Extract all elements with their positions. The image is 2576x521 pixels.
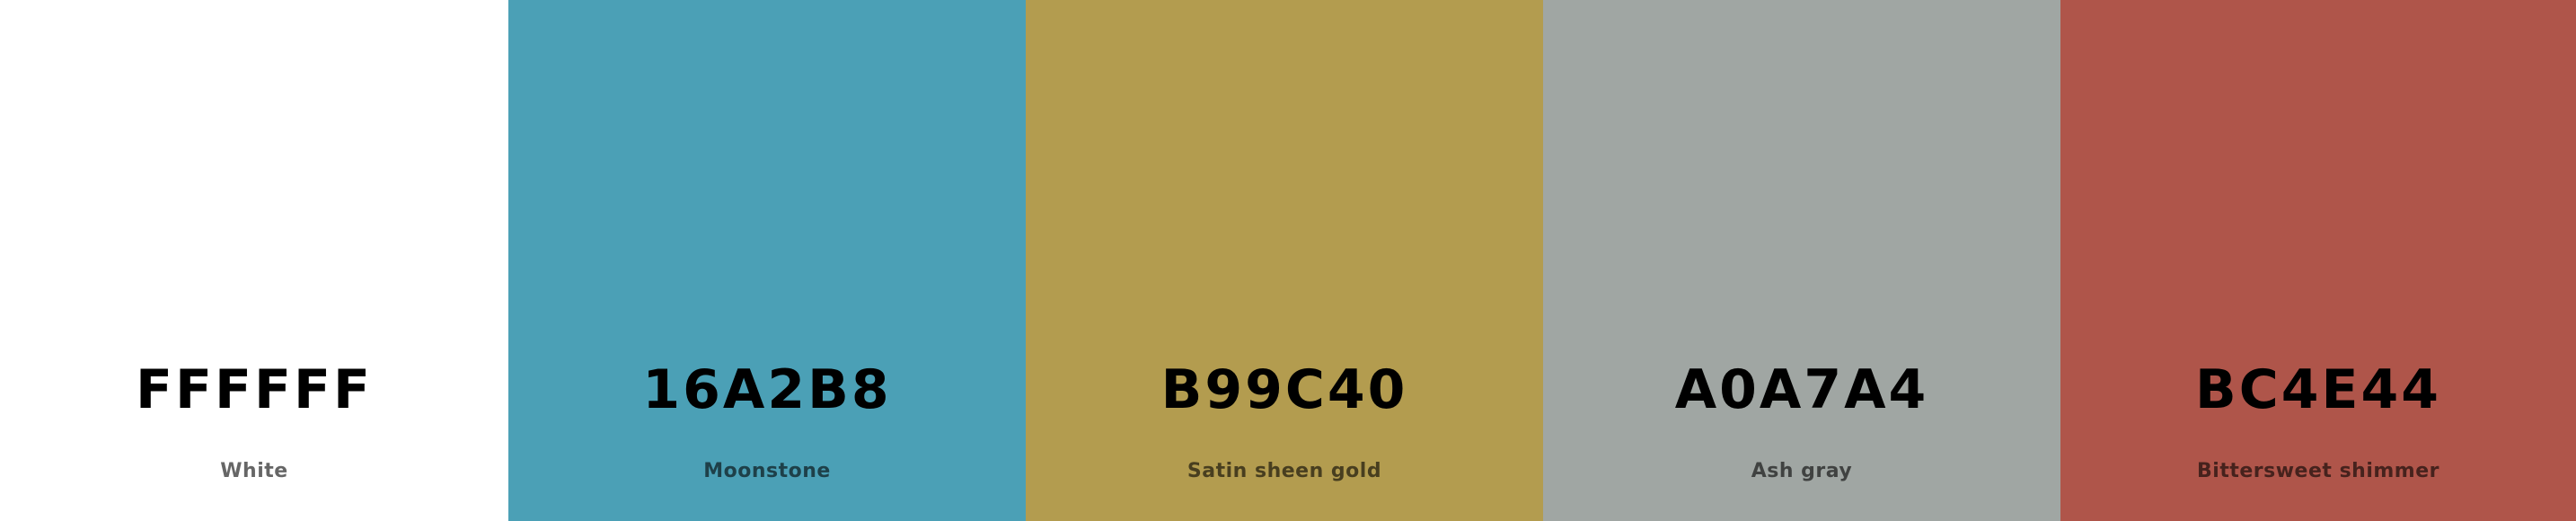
swatch-color-name: White [220,460,288,482]
swatch-white[interactable]: FFFFFF White [0,0,508,521]
swatch-hex-code: FFFFFF [136,358,373,421]
swatch-color-name: Satin sheen gold [1187,460,1382,482]
swatch-ash-gray[interactable]: A0A7A4 Ash gray [1543,0,2060,521]
swatch-hex-code: A0A7A4 [1674,358,1929,421]
swatch-color-name: Bittersweet shimmer [2197,460,2439,482]
color-palette: FFFFFF White 16A2B8 Moonstone B99C40 Sat… [0,0,2576,521]
swatch-hex-code: B99C40 [1160,358,1408,421]
swatch-hex-code: 16A2B8 [642,358,892,421]
swatch-hex-code: BC4E44 [2195,358,2441,421]
swatch-moonstone[interactable]: 16A2B8 Moonstone [508,0,1026,521]
swatch-satin-sheen-gold[interactable]: B99C40 Satin sheen gold [1026,0,1543,521]
swatch-bittersweet-shimmer[interactable]: BC4E44 Bittersweet shimmer [2060,0,2576,521]
swatch-color-name: Moonstone [703,460,831,482]
swatch-color-name: Ash gray [1751,460,1853,482]
